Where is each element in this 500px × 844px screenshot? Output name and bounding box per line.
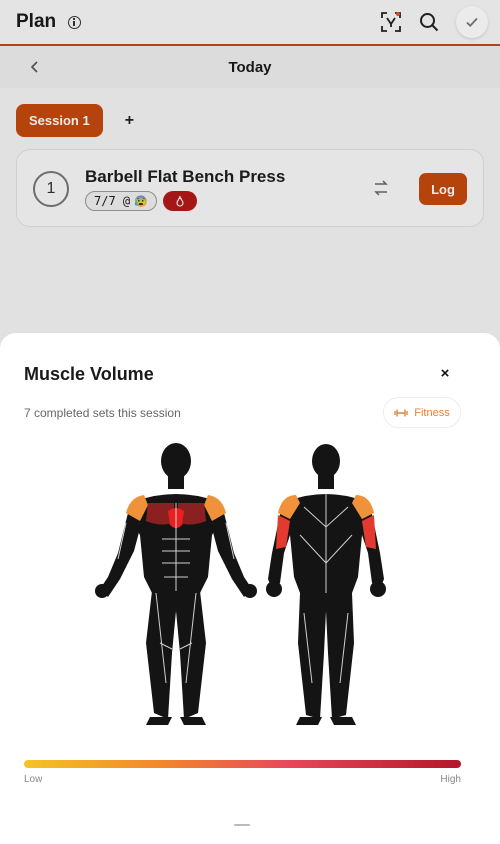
volume-gradient-legend xyxy=(24,760,461,768)
fitness-label: Fitness xyxy=(414,406,450,419)
back-right-tricep xyxy=(362,515,376,549)
close-button[interactable]: × xyxy=(436,364,454,382)
back-left-tricep xyxy=(276,515,290,549)
dumbbell-icon xyxy=(394,409,408,416)
muscle-diagram xyxy=(95,443,386,725)
legend-high-label: High xyxy=(440,774,461,785)
back-body-figure xyxy=(266,444,386,725)
sheet-grab-handle[interactable] xyxy=(234,824,250,826)
front-body-figure xyxy=(95,443,257,725)
legend-low-label: Low xyxy=(24,774,43,785)
muscle-volume-sheet: Muscle Volume × 7 completed sets this se… xyxy=(0,333,500,844)
completed-sets-text: 7 completed sets this session xyxy=(24,406,181,420)
sheet-title: Muscle Volume xyxy=(24,364,154,384)
fitness-button[interactable]: Fitness xyxy=(383,397,461,428)
